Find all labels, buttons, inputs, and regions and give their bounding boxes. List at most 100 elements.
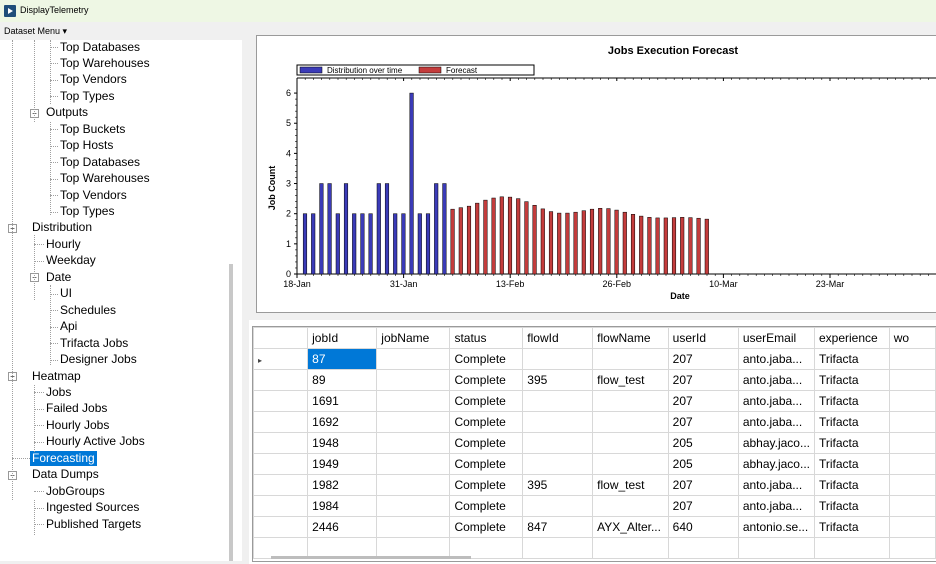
- column-header-flowid[interactable]: flowId: [522, 327, 594, 349]
- row-header[interactable]: [253, 495, 309, 517]
- tree-item-forecasting[interactable]: Forecasting: [30, 450, 97, 466]
- cell-jobid[interactable]: 1692: [307, 411, 378, 433]
- tree-item-outputs[interactable]: Outputs: [46, 105, 88, 120]
- cell-status[interactable]: Complete: [449, 390, 524, 412]
- cell-userid[interactable]: 207: [667, 474, 739, 496]
- tree-item-top-databases[interactable]: Top Databases: [60, 155, 140, 170]
- tree-item-ui[interactable]: UI: [60, 286, 72, 301]
- cell-wo[interactable]: [888, 411, 936, 433]
- tree-item-top-warehouses[interactable]: Top Warehouses: [60, 56, 150, 71]
- cell-status[interactable]: Complete: [449, 516, 524, 538]
- tree-item-top-types[interactable]: Top Types: [60, 89, 114, 104]
- cell-userid[interactable]: 205: [667, 432, 739, 454]
- tree-item-weekday[interactable]: Weekday: [46, 253, 96, 268]
- navigation-tree[interactable]: Top Databases Top Warehouses Top Vendors To…: [0, 40, 242, 561]
- tree-item-designer-jobs[interactable]: Designer Jobs: [60, 352, 137, 367]
- tree-item-hourly[interactable]: Hourly: [46, 237, 81, 252]
- tree-item-ingested-sources[interactable]: Ingested Sources: [46, 500, 139, 515]
- tree-item-jobs[interactable]: Jobs: [46, 385, 71, 400]
- cell-userid[interactable]: 207: [667, 390, 739, 412]
- cell-userid[interactable]: 207: [667, 495, 739, 517]
- cell-useremail[interactable]: antonio.se...: [737, 516, 815, 538]
- cell-flowname[interactable]: AYX_Alter...: [592, 516, 669, 538]
- cell-useremail[interactable]: anto.jaba...: [737, 411, 815, 433]
- cell-jobname[interactable]: [376, 516, 451, 538]
- tree-item-top-vendors[interactable]: Top Vendors: [60, 72, 127, 87]
- cell-partial[interactable]: [592, 537, 669, 559]
- cell-partial[interactable]: [737, 537, 815, 559]
- cell-jobid[interactable]: 87: [307, 348, 378, 370]
- tree-item-top-warehouses[interactable]: Top Warehouses: [60, 171, 150, 186]
- row-header[interactable]: [253, 390, 309, 412]
- tree-item-hourly-active-jobs[interactable]: Hourly Active Jobs: [46, 434, 145, 449]
- cell-jobname[interactable]: [376, 474, 451, 496]
- cell-experience[interactable]: Trifacta: [813, 390, 890, 412]
- cell-wo[interactable]: [888, 495, 936, 517]
- cell-useremail[interactable]: abhay.jaco...: [737, 432, 815, 454]
- cell-experience[interactable]: Trifacta: [813, 474, 890, 496]
- tree-item-jobgroups[interactable]: JobGroups: [46, 484, 105, 499]
- tree-item-published-targets[interactable]: Published Targets: [46, 517, 141, 532]
- cell-wo[interactable]: [888, 474, 936, 496]
- cell-flowname[interactable]: flow_test: [592, 369, 669, 391]
- tree-item-top-hosts[interactable]: Top Hosts: [60, 138, 113, 153]
- table-row[interactable]: 2446 Complete 847 AYX_Alter... 640 antonio.se…: [253, 516, 936, 538]
- cell-flowid[interactable]: 847: [522, 516, 594, 538]
- cell-useremail[interactable]: abhay.jaco...: [737, 453, 815, 475]
- cell-flowid[interactable]: [522, 432, 594, 454]
- cell-flowid[interactable]: [522, 348, 594, 370]
- cell-wo[interactable]: [888, 432, 936, 454]
- cell-partial[interactable]: [667, 537, 739, 559]
- cell-userid[interactable]: 640: [667, 516, 739, 538]
- cell-jobid[interactable]: 89: [307, 369, 378, 391]
- column-header-jobname[interactable]: jobName: [376, 327, 451, 349]
- tree-item-top-types[interactable]: Top Types: [60, 204, 114, 219]
- cell-flowname[interactable]: [592, 390, 669, 412]
- tree-item-api[interactable]: Api: [60, 319, 77, 334]
- cell-flowname[interactable]: [592, 348, 669, 370]
- cell-status[interactable]: Complete: [449, 411, 524, 433]
- column-header-wo[interactable]: wo: [888, 327, 936, 349]
- column-header-experience[interactable]: experience: [813, 327, 890, 349]
- column-header-jobid[interactable]: jobId: [307, 327, 378, 349]
- cell-jobid[interactable]: 1982: [307, 474, 378, 496]
- table-row[interactable]: 1984 Complete 207 anto.jaba... Trifacta: [253, 495, 936, 517]
- cell-useremail[interactable]: anto.jaba...: [737, 348, 815, 370]
- cell-experience[interactable]: Trifacta: [813, 348, 890, 370]
- cell-jobid[interactable]: 1948: [307, 432, 378, 454]
- cell-jobname[interactable]: [376, 495, 451, 517]
- row-header[interactable]: ▸: [253, 348, 309, 370]
- cell-flowid[interactable]: [522, 495, 594, 517]
- cell-flowid[interactable]: [522, 453, 594, 475]
- tree-item-trifacta-jobs[interactable]: Trifacta Jobs: [60, 336, 128, 351]
- tree-item-top-buckets[interactable]: Top Buckets: [60, 122, 125, 137]
- cell-flowname[interactable]: flow_test: [592, 474, 669, 496]
- table-row[interactable]: 1982 Complete 395 flow_test 207 anto.jaba... T…: [253, 474, 936, 496]
- cell-useremail[interactable]: anto.jaba...: [737, 390, 815, 412]
- cell-useremail[interactable]: anto.jaba...: [737, 369, 815, 391]
- cell-jobname[interactable]: [376, 348, 451, 370]
- tree-item-distribution[interactable]: Distribution: [32, 220, 92, 235]
- cell-partial[interactable]: [813, 537, 890, 559]
- table-row[interactable]: ▸ 87 Complete 207 anto.jaba... Trifacta: [253, 348, 936, 370]
- row-header[interactable]: [253, 453, 309, 475]
- tree-item-failed-jobs[interactable]: Failed Jobs: [46, 401, 107, 416]
- column-header-userid[interactable]: userId: [667, 327, 739, 349]
- cell-jobid[interactable]: 1691: [307, 390, 378, 412]
- table-row[interactable]: 89 Complete 395 flow_test 207 anto.jaba... Tri…: [253, 369, 936, 391]
- column-header-flowname[interactable]: flowName: [592, 327, 669, 349]
- column-header-status[interactable]: status: [449, 327, 524, 349]
- row-header[interactable]: [253, 432, 309, 454]
- cell-partial[interactable]: [522, 537, 594, 559]
- cell-jobname[interactable]: [376, 411, 451, 433]
- cell-jobid[interactable]: 1949: [307, 453, 378, 475]
- cell-status[interactable]: Complete: [449, 453, 524, 475]
- cell-experience[interactable]: Trifacta: [813, 432, 890, 454]
- row-header[interactable]: [253, 369, 309, 391]
- tree-vertical-scrollbar[interactable]: [229, 264, 233, 561]
- table-row[interactable]: 1692 Complete 207 anto.jaba... Trifacta: [253, 411, 936, 433]
- data-grid[interactable]: jobId jobName status flowId flowName userId us…: [252, 326, 936, 562]
- row-header[interactable]: [253, 411, 309, 433]
- table-row[interactable]: 1948 Complete 205 abhay.jaco... Trifacta: [253, 432, 936, 454]
- cell-flowname[interactable]: [592, 495, 669, 517]
